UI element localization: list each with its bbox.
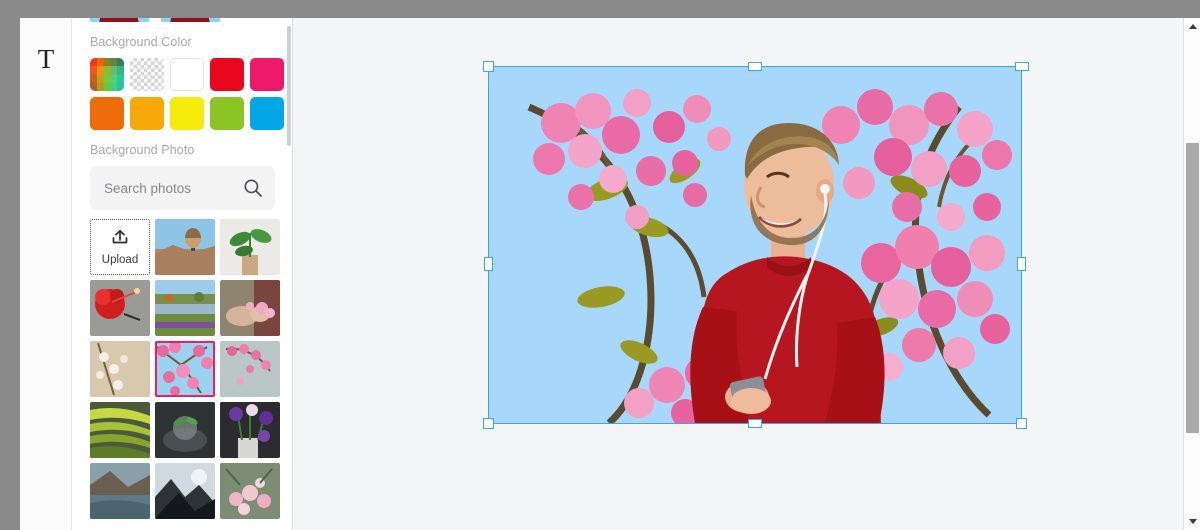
photo-hot-air-balloon[interactable] <box>155 219 215 275</box>
template-thumb-1[interactable] <box>90 18 149 22</box>
resize-handle-top-left[interactable] <box>483 61 494 72</box>
upload-icon <box>110 229 130 252</box>
canvas-scrollbar-track[interactable] <box>1184 35 1200 513</box>
resize-handle-top-right-pad[interactable] <box>1015 62 1029 71</box>
scroll-down-icon <box>1188 519 1197 524</box>
canvas-vertical-scrollbar[interactable] <box>1183 18 1200 530</box>
app-window: T Background Color Background Photo Sear… <box>20 18 1200 530</box>
canvas-stage[interactable] <box>293 18 1200 530</box>
text-tool-icon: T <box>37 43 55 74</box>
swatch-pink[interactable] <box>250 58 284 91</box>
design-artboard[interactable] <box>489 67 1021 423</box>
resize-handle-mid-left[interactable] <box>484 257 493 271</box>
tool-rail: T <box>20 18 72 530</box>
panel-scroll-content: Background Color Background Photo Search… <box>72 18 292 530</box>
upload-photo-button[interactable]: Upload <box>90 219 150 275</box>
resize-handle-bottom-center[interactable] <box>748 419 762 428</box>
background-photo-grid: Upload <box>90 219 280 519</box>
resize-handle-bottom-left[interactable] <box>483 418 494 429</box>
panel-scrollbar[interactable] <box>286 18 292 530</box>
resize-handle-bottom-right[interactable] <box>1016 418 1027 429</box>
photo-potted-plant[interactable] <box>220 219 280 275</box>
photo-cherry-blossom-sky[interactable] <box>155 341 215 397</box>
swatch-white[interactable] <box>170 58 204 91</box>
photo-stone-sprout[interactable] <box>155 402 215 458</box>
photo-hands-with-petals[interactable] <box>220 280 280 336</box>
photo-blossoms-on-sand[interactable] <box>90 341 150 397</box>
screen-root: T Background Color Background Photo Sear… <box>0 0 1200 530</box>
photo-night-mountain[interactable] <box>155 463 215 519</box>
template-thumb-2[interactable] <box>161 18 220 22</box>
photo-pink-blossom-branch[interactable] <box>220 341 280 397</box>
resize-handle-mid-right[interactable] <box>1017 257 1026 271</box>
photo-river-garden[interactable] <box>155 280 215 336</box>
swatch-yellow[interactable] <box>170 97 204 130</box>
swatch-transparent[interactable] <box>130 58 164 91</box>
swatch-red[interactable] <box>210 58 244 91</box>
background-color-label: Background Color <box>90 35 192 49</box>
text-tool-button[interactable]: T <box>20 36 72 82</box>
search-icon[interactable] <box>243 178 263 198</box>
swatch-green[interactable] <box>210 97 244 130</box>
scroll-down-button[interactable] <box>1184 513 1200 530</box>
resize-handle-top-center[interactable] <box>748 62 762 71</box>
photo-red-hibiscus[interactable] <box>90 280 150 336</box>
background-side-panel: Background Color Background Photo Search… <box>72 18 293 530</box>
photo-mountain-lake[interactable] <box>90 463 150 519</box>
canvas-scrollbar-thumb[interactable] <box>1186 143 1199 433</box>
swatch-amber[interactable] <box>130 97 164 130</box>
artboard-artwork <box>489 67 1021 423</box>
search-photos-box[interactable] <box>90 166 275 210</box>
photo-purple-bouquet[interactable] <box>220 402 280 458</box>
upload-label: Upload <box>101 253 139 266</box>
swatch-orange[interactable] <box>90 97 124 130</box>
background-photo-label: Background Photo <box>90 143 195 157</box>
swatch-multicolor[interactable] <box>90 58 124 91</box>
search-photos-input[interactable] <box>90 180 240 196</box>
swatch-blue[interactable] <box>250 97 284 130</box>
panel-scrollbar-thumb[interactable] <box>287 26 291 146</box>
scroll-up-button[interactable] <box>1184 18 1200 35</box>
scroll-up-icon <box>1188 24 1197 29</box>
photo-flower-cluster[interactable] <box>220 463 280 519</box>
template-thumbnail-row <box>90 18 275 22</box>
background-color-swatch-grid <box>90 58 284 130</box>
photo-green-terraces[interactable] <box>90 402 150 458</box>
